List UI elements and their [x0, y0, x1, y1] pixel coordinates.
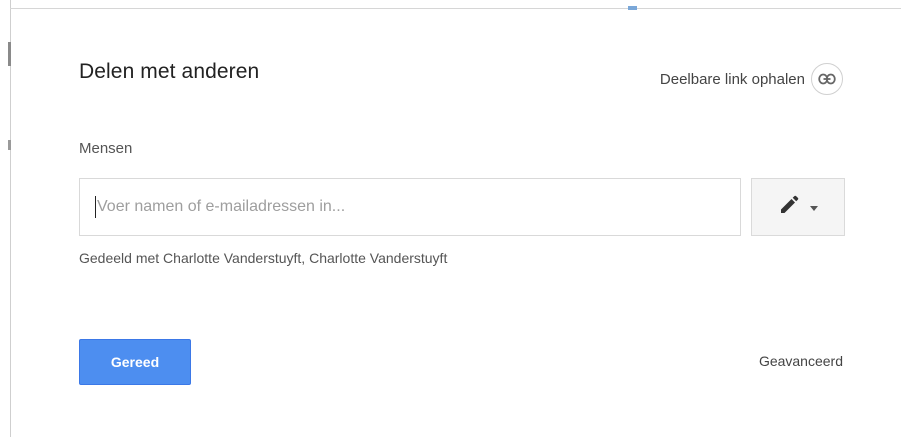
get-shareable-link-button[interactable]: Deelbare link ophalen [660, 63, 843, 95]
window-top-accent [628, 6, 637, 10]
shared-with-text: Gedeeld met Charlotte Vanderstuyft, Char… [79, 250, 448, 266]
window-edge-mark [8, 140, 11, 150]
dialog-title: Delen met anderen [79, 60, 260, 83]
advanced-link[interactable]: Geavanceerd [759, 353, 843, 369]
people-input[interactable]: Voer namen of e-mailadressen in... [79, 178, 741, 236]
get-shareable-link-label: Deelbare link ophalen [659, 70, 805, 88]
caret-down-icon [810, 198, 818, 216]
people-section-label: Mensen [79, 140, 133, 157]
text-cursor [95, 196, 96, 218]
window-top-edge [10, 8, 901, 9]
link-icon[interactable] [811, 63, 843, 95]
share-dialog-page: Delen met anderen Deelbare link ophalen … [0, 0, 901, 437]
permission-dropdown-button[interactable] [751, 178, 845, 236]
people-input-placeholder: Voer namen of e-mailadressen in... [97, 198, 346, 215]
window-edge-mark [8, 42, 11, 66]
done-button[interactable]: Gereed [79, 339, 191, 385]
pencil-icon [778, 194, 800, 221]
